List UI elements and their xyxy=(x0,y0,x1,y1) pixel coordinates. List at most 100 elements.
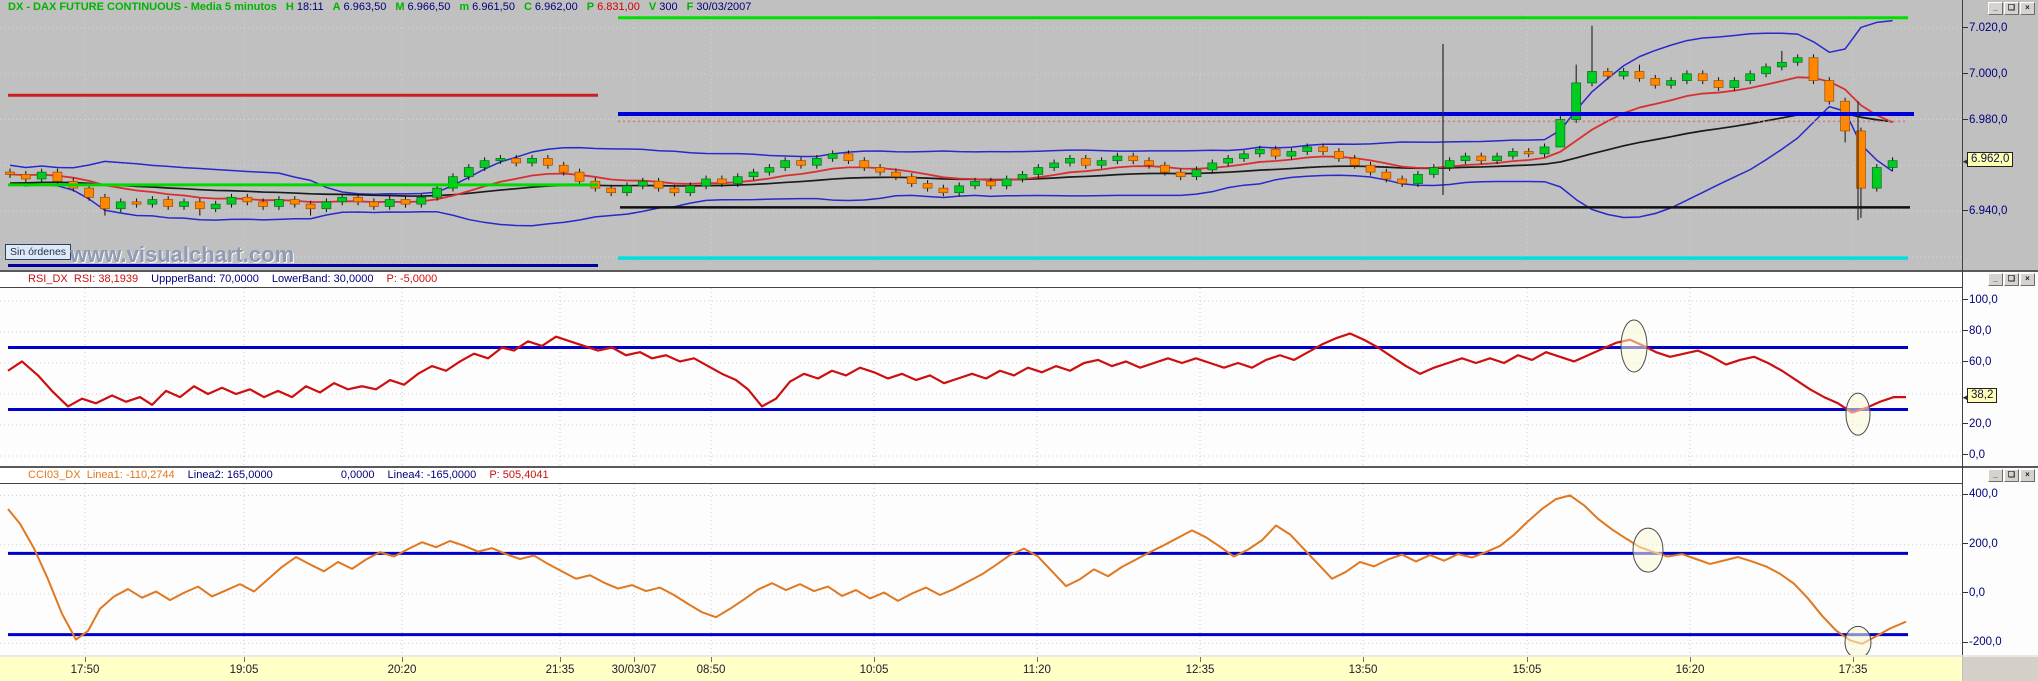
cci-chart-area[interactable] xyxy=(0,483,1962,655)
rsi-indicator-name: RSI_DX xyxy=(28,273,68,285)
candle xyxy=(1207,162,1218,171)
candle xyxy=(970,180,980,187)
candle xyxy=(100,196,110,210)
price-panel-window-buttons: _ ❏ × xyxy=(1987,2,2035,15)
time-tick xyxy=(874,657,875,662)
candle xyxy=(1223,158,1233,164)
candle xyxy=(1887,160,1898,168)
candle xyxy=(1381,171,1392,180)
quote-field-label: P xyxy=(586,1,595,13)
time-axis-corner xyxy=(1963,655,2038,681)
candle xyxy=(1871,167,1882,189)
candle xyxy=(1444,160,1455,168)
rsi-panel-window-buttons: _ ❏ × xyxy=(1987,273,2035,286)
time-label: 08:50 xyxy=(696,664,726,676)
candle xyxy=(1001,178,1012,187)
axis-tick-label: 60,0 xyxy=(1963,356,1991,368)
axis-tick-label: 7.020,0 xyxy=(1963,22,2007,34)
candle xyxy=(1682,73,1692,81)
candle xyxy=(1634,71,1645,79)
candle xyxy=(1080,158,1091,166)
time-label: 19:05 xyxy=(229,664,259,676)
rsi-chart-area[interactable] xyxy=(0,287,1962,466)
time-label: 21:35 xyxy=(545,664,575,676)
candle xyxy=(274,199,284,207)
rsi-header: RSI_DX RSI: 38,1939 UppperBand: 70,0000 … xyxy=(0,272,1962,287)
candle xyxy=(353,196,363,203)
candle xyxy=(843,153,854,162)
restore-button[interactable]: ❏ xyxy=(2004,273,2019,286)
close-button[interactable]: × xyxy=(2020,273,2035,286)
candle xyxy=(479,160,490,168)
candle xyxy=(1017,174,1028,180)
cci-header: CCI03_DX Linea1: -110,2744 Linea2: 165,0… xyxy=(0,468,1962,483)
candle xyxy=(511,158,522,164)
candle xyxy=(922,183,933,189)
candle xyxy=(194,201,205,210)
minimize-button[interactable]: _ xyxy=(1988,2,2003,15)
quote-field-label: V xyxy=(648,1,657,13)
candle xyxy=(1824,80,1835,102)
candle xyxy=(1840,100,1850,132)
candle xyxy=(1349,158,1360,166)
candle xyxy=(811,158,822,166)
no-orders-badge: Sin órdenes xyxy=(5,244,72,260)
candle xyxy=(669,187,680,194)
time-label: 16:20 xyxy=(1675,664,1705,676)
time-tick xyxy=(1363,657,1364,662)
candle xyxy=(1286,151,1297,157)
candle xyxy=(1745,73,1756,81)
price-axis: ◄ 6.962,0 7.020,0 7.000,0 6.980,0 6.940,0 xyxy=(1961,0,2038,270)
axis-tick-label: 6.980,0 xyxy=(1963,114,2007,126)
candle xyxy=(115,201,126,210)
time-tick xyxy=(1690,657,1691,662)
candle xyxy=(732,176,743,184)
candle xyxy=(859,160,870,168)
candle xyxy=(1666,80,1676,86)
price-chart-area[interactable]: Sin órdenes www.visualchart.com xyxy=(0,15,1962,270)
candle xyxy=(1413,174,1423,184)
time-label: 17:50 xyxy=(70,664,100,676)
candle xyxy=(574,171,585,182)
annotation-ellipse[interactable] xyxy=(1845,392,1871,436)
minimize-button[interactable]: _ xyxy=(1988,469,2003,482)
annotation-ellipse[interactable] xyxy=(1844,625,1872,655)
time-axis[interactable]: 17:50 19:05 20:20 21:35 30/03/07 08:50 10:05 11… xyxy=(0,655,1962,681)
quote-field-value: 6.966,50 xyxy=(407,1,451,13)
close-button[interactable]: × xyxy=(2020,469,2035,482)
time-tick xyxy=(402,657,403,662)
price-chart-svg xyxy=(0,15,1962,270)
axis-tick-label: 0,0 xyxy=(1963,449,1985,461)
time-label: 20:20 xyxy=(387,664,417,676)
candle xyxy=(147,199,158,205)
time-tick xyxy=(711,657,712,662)
minimize-button[interactable]: _ xyxy=(1988,273,2003,286)
quote-field-value: 300 xyxy=(659,1,678,13)
rsi-axis: ◄ 38,2 100,0 80,0 60,0 20,0 0,0 xyxy=(1961,272,2038,466)
candle xyxy=(1428,167,1439,175)
quote-field-label: A xyxy=(332,1,341,13)
candle xyxy=(179,201,189,207)
time-tick xyxy=(85,657,86,662)
candle xyxy=(1096,160,1107,166)
annotation-ellipse[interactable] xyxy=(1632,527,1664,573)
candle xyxy=(432,187,442,198)
annotation-ellipse[interactable] xyxy=(1620,319,1648,373)
candle xyxy=(1602,71,1613,77)
candle xyxy=(1792,57,1803,63)
candle xyxy=(52,171,63,182)
close-button[interactable]: × xyxy=(2020,2,2035,15)
candle xyxy=(210,203,221,210)
last-price-value: 6.962,0 xyxy=(1971,153,2010,165)
time-label: 15:05 xyxy=(1512,664,1542,676)
candle xyxy=(1175,171,1186,178)
candle xyxy=(1776,61,1787,68)
time-label: 11:20 xyxy=(1023,664,1051,676)
cci-chart-svg xyxy=(0,484,1962,655)
restore-button[interactable]: ❏ xyxy=(2004,2,2019,15)
quote-field-label: H xyxy=(285,1,294,13)
axis-tick-label: 0,0 xyxy=(1963,587,1985,599)
restore-button[interactable]: ❏ xyxy=(2004,469,2019,482)
candle xyxy=(701,178,711,187)
candle xyxy=(527,158,537,164)
